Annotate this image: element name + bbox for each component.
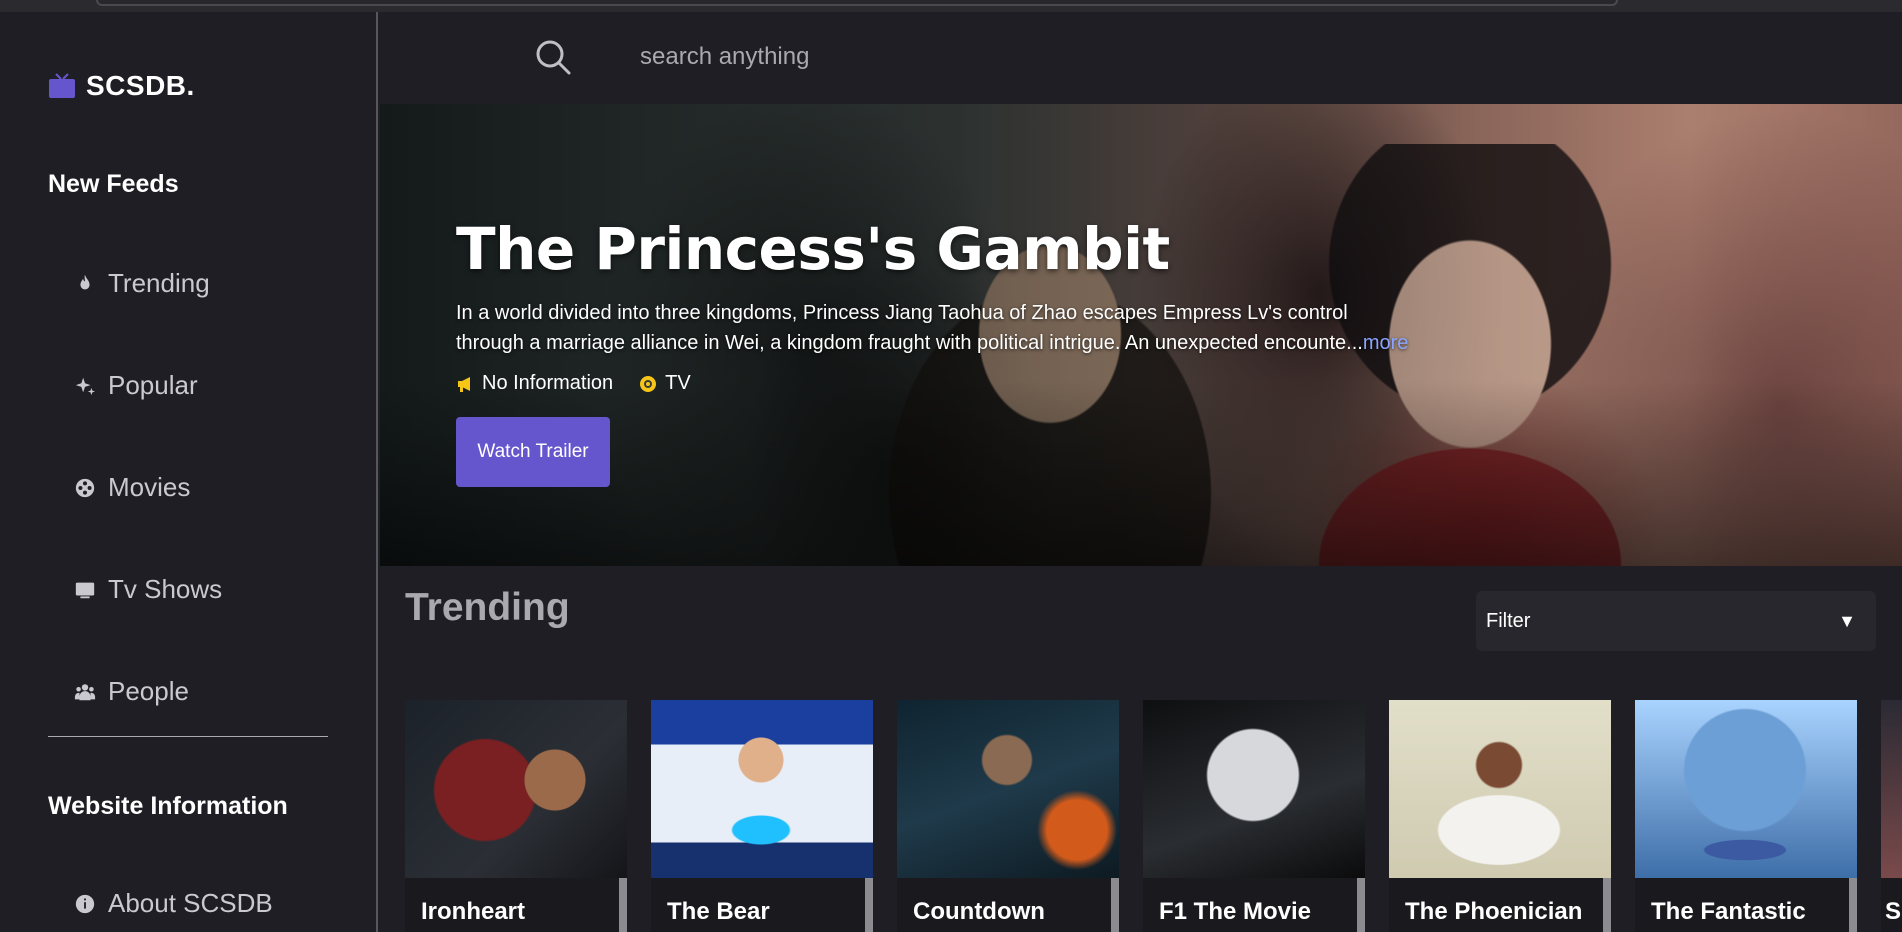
- film-reel-icon: [75, 478, 95, 497]
- card-scrollbar[interactable]: [865, 878, 873, 932]
- search-icon[interactable]: [534, 38, 572, 76]
- card-title: S: [1885, 898, 1902, 925]
- search-input[interactable]: [640, 34, 1240, 80]
- hero-description: In a world divided into three kingdoms, …: [456, 298, 1416, 358]
- section-title-new-feeds: New Feeds: [48, 170, 179, 198]
- sidebar-item-trending[interactable]: Trending: [74, 268, 210, 299]
- media-card[interactable]: S: [1881, 700, 1902, 932]
- browser-address-bar[interactable]: [96, 0, 1618, 6]
- info-icon: [75, 894, 95, 913]
- watch-trailer-button[interactable]: Watch Trailer: [456, 417, 610, 487]
- sidebar-item-movies[interactable]: Movies: [74, 472, 190, 503]
- media-card[interactable]: The Bear: [651, 700, 873, 932]
- card-scrollbar[interactable]: [619, 878, 627, 932]
- trending-card-row: Ironheart The Bear Countdown F1 The Movi…: [405, 700, 1902, 932]
- logo-text: SCSDB.: [86, 70, 195, 101]
- card-title: F1 The Movie: [1159, 898, 1312, 925]
- poster-image: [897, 700, 1119, 878]
- poster-image: [651, 700, 873, 878]
- tv-logo-icon: [49, 73, 75, 98]
- sidebar-item-tv-shows[interactable]: Tv Shows: [74, 574, 222, 605]
- card-scrollbar[interactable]: [1357, 878, 1365, 932]
- media-card[interactable]: The Phoenician: [1389, 700, 1611, 932]
- poster-image: [1881, 700, 1902, 878]
- poster-image: [1635, 700, 1857, 878]
- card-title: The Bear: [667, 898, 770, 925]
- hero-meta: No Information TV: [456, 372, 1436, 395]
- sidebar-item-label: Trending: [108, 268, 210, 298]
- sidebar-item-about[interactable]: About SCSDB: [74, 888, 273, 919]
- megaphone-icon: [458, 376, 470, 392]
- section-title-website-information: Website Information: [48, 792, 288, 820]
- card-title: The Phoenician: [1405, 898, 1583, 925]
- sidebar-item-people[interactable]: People: [74, 676, 189, 707]
- sidebar-item-label: Tv Shows: [108, 574, 223, 604]
- trending-heading: Trending: [405, 586, 570, 629]
- release-info: No Information: [456, 372, 613, 395]
- hero-description-text: In a world divided into three kingdoms, …: [456, 302, 1363, 354]
- poster-image: [1143, 700, 1365, 878]
- card-scrollbar[interactable]: [1111, 878, 1119, 932]
- topbar: [380, 12, 1902, 104]
- media-card[interactable]: Ironheart: [405, 700, 627, 932]
- sidebar-item-label: Popular: [108, 370, 198, 400]
- media-type-info: TV: [639, 372, 691, 395]
- sidebar-item-label: Movies: [108, 472, 191, 502]
- sidebar: SCSDB. New Feeds Trending Popular Movies…: [0, 12, 378, 932]
- filter-select[interactable]: Filter ▼: [1476, 591, 1876, 651]
- card-title: The Fantastic: [1651, 898, 1806, 925]
- sidebar-item-label: About SCSDB: [108, 888, 273, 918]
- disc-icon: [640, 375, 657, 392]
- card-scrollbar[interactable]: [1603, 878, 1611, 932]
- more-link[interactable]: more: [1363, 332, 1409, 354]
- people-icon: [74, 683, 96, 700]
- filter-label: Filter: [1486, 609, 1531, 632]
- flame-icon: [80, 274, 90, 289]
- tv-icon: [75, 582, 95, 598]
- logo[interactable]: SCSDB.: [48, 70, 195, 102]
- media-card[interactable]: F1 The Movie: [1143, 700, 1365, 932]
- dropdown-arrow-icon: ▼: [1838, 610, 1856, 631]
- hero-title: The Princess's Gambit: [456, 215, 1170, 283]
- card-scrollbar[interactable]: [1849, 878, 1857, 932]
- sidebar-item-label: People: [108, 676, 189, 706]
- sidebar-divider: [48, 736, 328, 737]
- media-type-text: TV: [665, 372, 691, 394]
- card-title: Countdown: [913, 898, 1045, 925]
- media-card[interactable]: The Fantastic: [1635, 700, 1857, 932]
- media-card[interactable]: Countdown: [897, 700, 1119, 932]
- poster-image: [405, 700, 627, 878]
- hero-banner[interactable]: The Princess's Gambit In a world divided…: [380, 104, 1902, 566]
- sparkles-icon: [75, 377, 96, 395]
- browser-address-strip: [0, 0, 1902, 12]
- card-title: Ironheart: [421, 898, 526, 925]
- sidebar-item-popular[interactable]: Popular: [74, 370, 198, 401]
- release-text: No Information: [482, 372, 614, 394]
- poster-image: [1389, 700, 1611, 878]
- hero-content: The Princess's Gambit In a world divided…: [456, 214, 1436, 487]
